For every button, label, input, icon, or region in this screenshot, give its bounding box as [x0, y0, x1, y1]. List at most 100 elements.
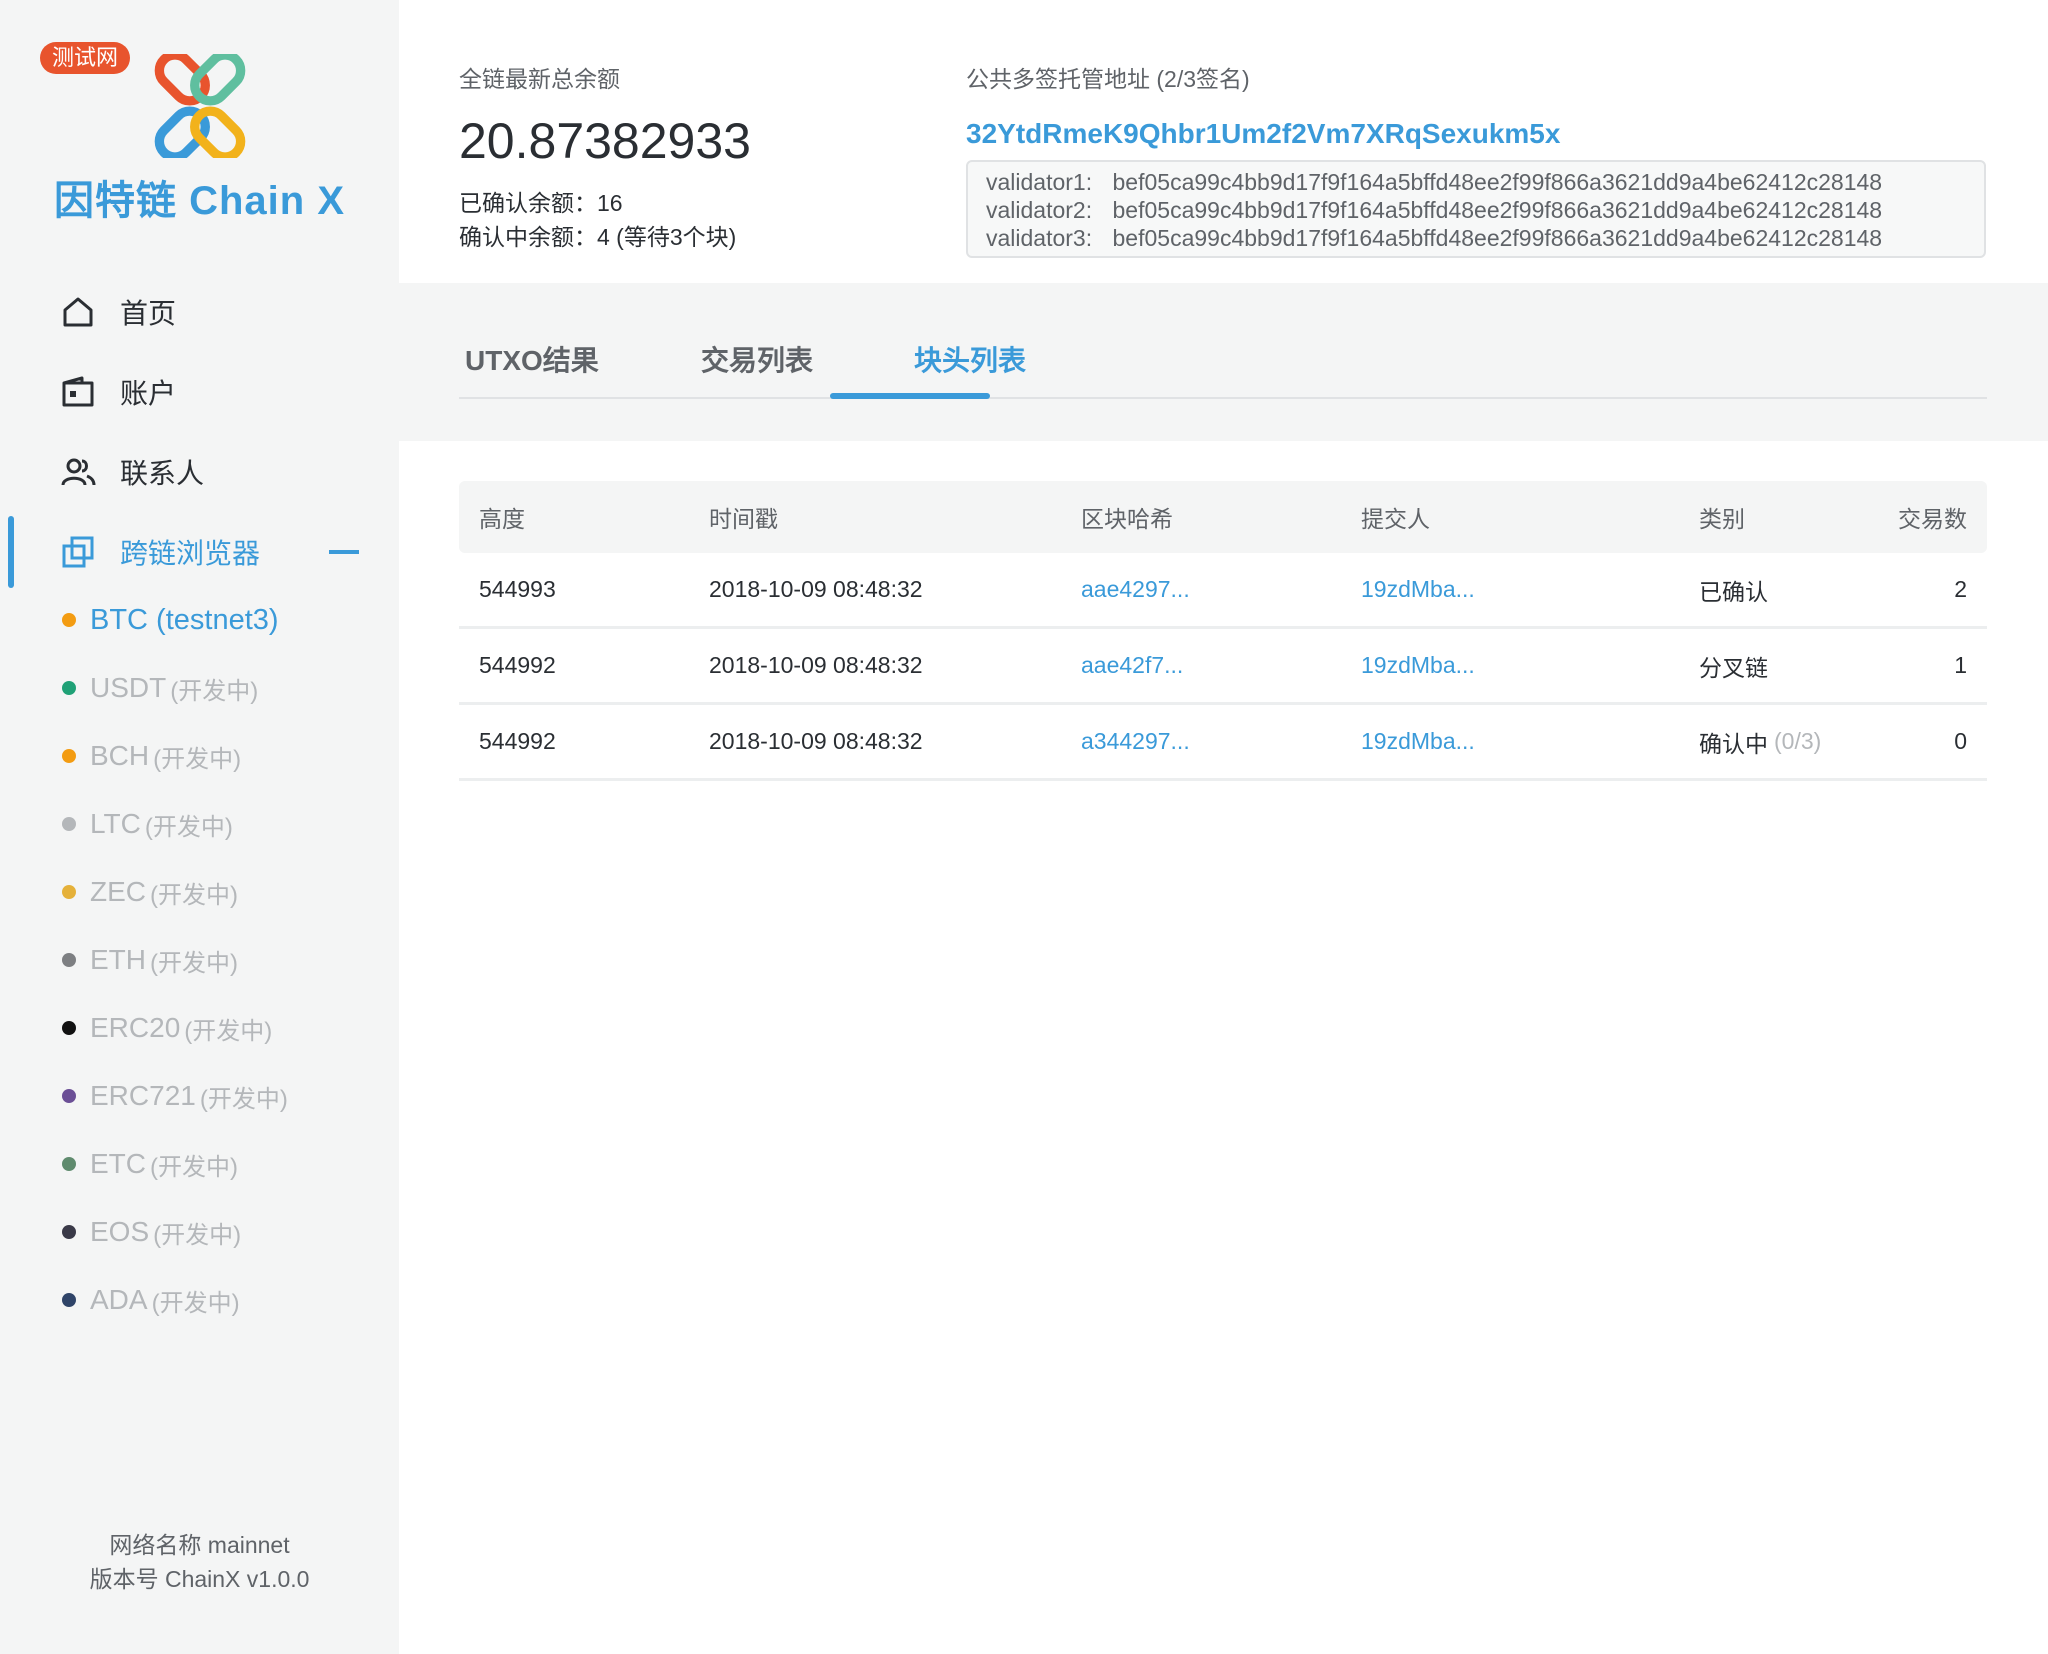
status-dot — [62, 1293, 76, 1307]
submitter-link[interactable]: 19zdMba... — [1361, 705, 1475, 778]
sidebar: 测试网 因特链 Chain X 首页 账户 联系人 跨链浏览器 BTC (tes… — [0, 0, 399, 1654]
chain-status: (开发中) — [199, 1085, 288, 1113]
pending-balance: 确认中余额：4 (等待3个块) — [459, 224, 737, 250]
chain-name: USDT — [90, 672, 167, 703]
chain-item-etc[interactable]: ETC (开发中) — [0, 1130, 399, 1198]
nav-item-label: 首页 — [120, 298, 177, 329]
nav-item-label: 跨链浏览器 — [120, 538, 261, 569]
chain-name: ETH — [90, 944, 146, 975]
active-tab-indicator — [830, 393, 990, 399]
block-hash-link[interactable]: a344297... — [1081, 705, 1190, 778]
multisig-address-link[interactable]: 32YtdRmeK9Qhbr1Um2f2Vm7XRqSexukm5x — [966, 118, 1560, 150]
column-header: 时间戳 — [709, 506, 778, 532]
chain-status: (开发中) — [153, 745, 242, 773]
testnet-badge: 测试网 — [40, 42, 131, 74]
chain-name: BTC (testnet3) — [90, 603, 279, 636]
main-content: 高度 时间戳 区块哈希 提交人 类别 交易数 544993 2018-10-09… — [399, 441, 2048, 1654]
block-category: 确认中 — [1699, 730, 1768, 757]
validator-name: validator3: — [986, 225, 1093, 251]
chain-item-erc20[interactable]: ERC20 (开发中) — [0, 994, 399, 1062]
chain-item-erc721[interactable]: ERC721 (开发中) — [0, 1062, 399, 1130]
block-time: 2018-10-09 08:48:32 — [709, 652, 923, 678]
cross-chain-icon — [60, 534, 96, 570]
column-header: 交易数 — [1898, 506, 1967, 532]
chain-name: ERC20 — [90, 1012, 181, 1043]
tab-transactions[interactable]: 交易列表 — [701, 339, 813, 399]
chain-status: (开发中) — [144, 813, 233, 841]
submitter-link[interactable]: 19zdMba... — [1361, 553, 1475, 626]
chain-item-btc[interactable]: BTC (testnet3) — [0, 586, 399, 654]
column-header: 类别 — [1699, 506, 1745, 532]
nav-item-contacts[interactable]: 联系人 — [0, 432, 399, 512]
chain-item-eth[interactable]: ETH (开发中) — [0, 926, 399, 994]
network-name: 网络名称 mainnet — [109, 1532, 290, 1558]
collapse-icon[interactable] — [329, 550, 359, 554]
block-height: 544992 — [479, 728, 556, 754]
block-time: 2018-10-09 08:48:32 — [709, 576, 923, 602]
main-nav: 首页 账户 联系人 跨链浏览器 — [0, 272, 399, 592]
tx-count: 1 — [1954, 652, 1967, 678]
column-header: 区块哈希 — [1081, 506, 1173, 532]
validator-key: bef05ca99c4bb9d17f9f164a5bffd48ee2f99f86… — [1112, 169, 1883, 195]
status-dot — [62, 1021, 76, 1035]
table-row: 544993 2018-10-09 08:48:32 aae4297... 19… — [459, 553, 1987, 629]
table-row: 544992 2018-10-09 08:48:32 a344297... 19… — [459, 705, 1987, 781]
validator-name: validator1: — [986, 169, 1093, 195]
chain-list: BTC (testnet3) USDT (开发中) BCH (开发中) LTC … — [0, 586, 399, 1334]
chain-name: ERC721 — [90, 1080, 196, 1111]
tx-count: 2 — [1954, 576, 1967, 602]
chain-name: ETC — [90, 1148, 146, 1179]
block-header-table: 高度 时间戳 区块哈希 提交人 类别 交易数 544993 2018-10-09… — [459, 481, 1987, 781]
tab-block-headers[interactable]: 块头列表 — [914, 339, 1026, 399]
block-height: 544993 — [479, 576, 556, 602]
validator-name: validator2: — [986, 197, 1093, 223]
validator-row: validator3: bef05ca99c4bb9d17f9f164a5bff… — [986, 224, 1966, 252]
block-time: 2018-10-09 08:48:32 — [709, 728, 923, 754]
chain-name: LTC — [90, 808, 141, 839]
nav-item-cross-chain-explorer[interactable]: 跨链浏览器 — [0, 512, 399, 592]
block-category: 分叉链 — [1699, 654, 1768, 681]
status-dot — [62, 885, 76, 899]
nav-item-account[interactable]: 账户 — [0, 352, 399, 432]
chain-status: (开发中) — [151, 1289, 240, 1317]
balance-details: 已确认余额：16 确认中余额：4 (等待3个块) — [459, 186, 736, 254]
block-hash-link[interactable]: aae42f7... — [1081, 629, 1183, 702]
status-dot — [62, 613, 76, 627]
status-dot — [62, 817, 76, 831]
chain-item-ada[interactable]: ADA (开发中) — [0, 1266, 399, 1334]
status-dot — [62, 1225, 76, 1239]
logo-text: 因特链 Chain X — [53, 179, 346, 223]
tab-bar: UTXO结果 交易列表 块头列表 — [459, 339, 1987, 399]
chain-item-zec[interactable]: ZEC (开发中) — [0, 858, 399, 926]
chain-name: ADA — [90, 1284, 148, 1315]
status-dot — [62, 953, 76, 967]
submitter-link[interactable]: 19zdMba... — [1361, 629, 1475, 702]
chain-status: (开发中) — [170, 677, 259, 705]
nav-item-home[interactable]: 首页 — [0, 272, 399, 352]
chain-item-ltc[interactable]: LTC (开发中) — [0, 790, 399, 858]
tabs-area: UTXO结果 交易列表 块头列表 — [399, 283, 2048, 441]
confirmation-progress: (0/3) — [1774, 728, 1822, 754]
chain-status: (开发中) — [184, 1017, 273, 1045]
block-height: 544992 — [479, 652, 556, 678]
block-hash-link[interactable]: aae4297... — [1081, 553, 1190, 626]
validator-row: validator2: bef05ca99c4bb9d17f9f164a5bff… — [986, 196, 1966, 224]
chain-item-eos[interactable]: EOS (开发中) — [0, 1198, 399, 1266]
chain-name: EOS — [90, 1216, 150, 1247]
chain-item-usdt[interactable]: USDT (开发中) — [0, 654, 399, 722]
status-dot — [62, 1157, 76, 1171]
balance-label: 全链最新总余额 — [459, 66, 620, 92]
chain-item-bch[interactable]: BCH (开发中) — [0, 722, 399, 790]
brand-logo[interactable]: 测试网 因特链 Chain X — [0, 30, 399, 230]
chain-status: (开发中) — [150, 949, 238, 977]
status-dot — [62, 749, 76, 763]
chain-status: (开发中) — [153, 1221, 242, 1249]
chain-name: BCH — [90, 740, 150, 771]
table-header: 高度 时间戳 区块哈希 提交人 类别 交易数 — [459, 481, 1987, 553]
home-icon — [60, 294, 96, 330]
contacts-icon — [60, 454, 96, 490]
table-row: 544992 2018-10-09 08:48:32 aae42f7... 19… — [459, 629, 1987, 705]
tab-utxo[interactable]: UTXO结果 — [465, 339, 599, 399]
nav-item-label: 联系人 — [120, 458, 205, 489]
multisig-label: 公共多签托管地址 (2/3签名) — [966, 66, 1250, 92]
